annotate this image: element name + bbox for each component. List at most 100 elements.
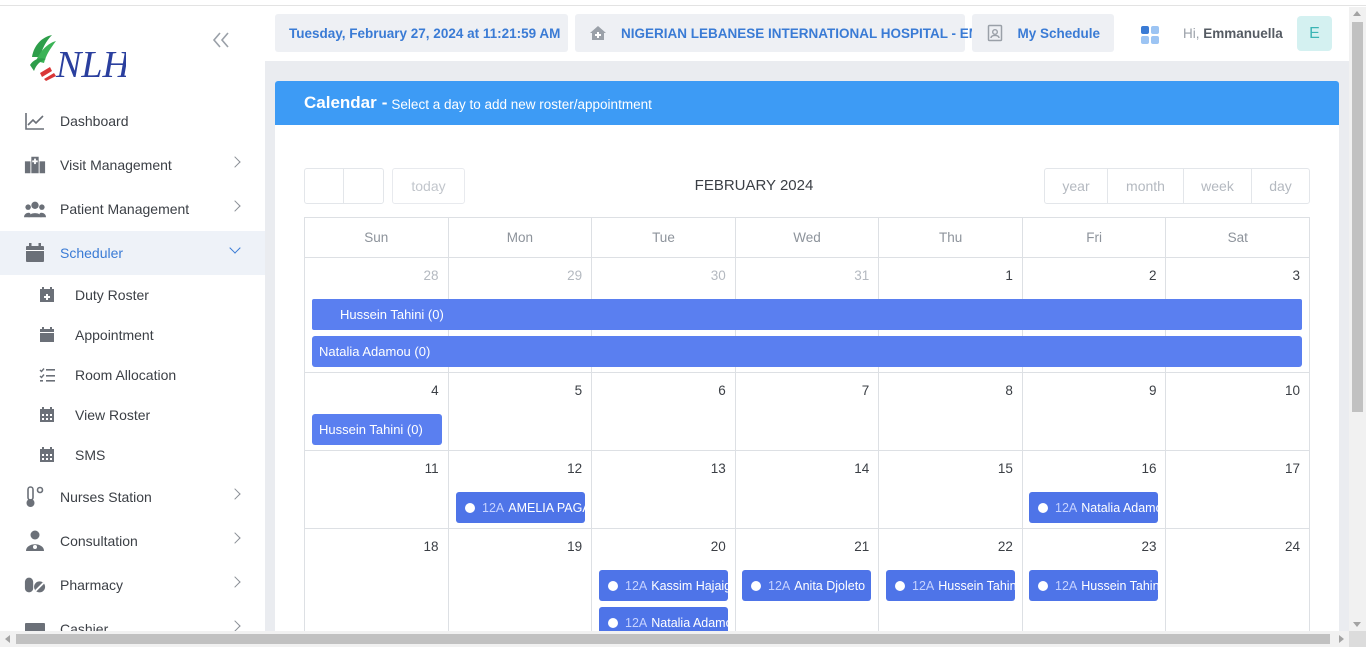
roster-event[interactable]: Hussein Tahini (0): [312, 299, 1302, 330]
avatar[interactable]: E: [1297, 16, 1332, 51]
scrollbar-corner: [1349, 631, 1366, 647]
sidebar-item-patient-management[interactable]: Patient Management: [0, 187, 265, 231]
users-icon: [24, 198, 46, 220]
vertical-scroll-thumb[interactable]: [1352, 22, 1363, 412]
calendar-week: 18 19 20 21 22 23 24 12A Kassim Hajaig 1…: [305, 529, 1311, 631]
day-cell[interactable]: 14: [735, 451, 880, 529]
appointment-event[interactable]: 12A Kassim Hajaig: [599, 570, 728, 601]
sidebar-subitem-sms[interactable]: SMS: [0, 435, 265, 475]
sidebar-subitem-view-roster[interactable]: View Roster: [0, 395, 265, 435]
thermometer-icon: [24, 486, 46, 508]
day-number: 30: [710, 268, 726, 283]
day-cell[interactable]: 10: [1166, 373, 1311, 451]
calendar-week: 28 29 30 31 1 2 3 Hussein Tahini (0) Nat…: [305, 258, 1311, 373]
doctor-icon: [24, 530, 46, 552]
sidebar-item-cashier[interactable]: Cashier: [0, 607, 265, 631]
home-medical-icon: [589, 24, 607, 42]
day-cell[interactable]: 13: [592, 451, 736, 529]
sidebar-subitem-room-allocation[interactable]: Room Allocation: [0, 355, 265, 395]
sidebar-nav: Dashboard Visit Management Patient Manag…: [0, 99, 265, 631]
pills-icon: [24, 574, 46, 596]
day-cell[interactable]: 8: [879, 373, 1023, 451]
apps-grid-icon[interactable]: [1141, 26, 1159, 44]
my-schedule-button[interactable]: My Schedule: [972, 14, 1114, 52]
horizontal-scrollbar[interactable]: [0, 631, 1349, 647]
sidebar-item-nurses-station[interactable]: Nurses Station: [0, 475, 265, 519]
day-cell[interactable]: 19: [449, 529, 593, 631]
prev-next-group: [304, 168, 384, 204]
day-number: 12: [567, 461, 583, 476]
sidebar-item-scheduler[interactable]: Scheduler: [0, 231, 265, 275]
collapse-sidebar-icon[interactable]: [211, 31, 233, 51]
day-cell[interactable]: 6: [592, 373, 736, 451]
event-dot: [608, 580, 618, 591]
event-time: 12A: [625, 615, 648, 630]
event-dot: [751, 580, 761, 591]
chevron-right-icon: [229, 532, 241, 544]
appointment-event[interactable]: 12A Natalia Adamou: [599, 607, 728, 631]
day-cell[interactable]: 9: [1022, 373, 1167, 451]
day-cell[interactable]: 24: [1166, 529, 1311, 631]
day-number: 1: [1005, 268, 1013, 283]
sidebar-subitem-label: Room Allocation: [75, 367, 177, 383]
day-cell[interactable]: 7: [735, 373, 880, 451]
view-week-button[interactable]: week: [1184, 169, 1252, 203]
next-button[interactable]: [344, 169, 383, 203]
nlh-logo[interactable]: NLH: [26, 27, 132, 87]
appointment-event[interactable]: 12A Hussein Tahini: [886, 570, 1015, 601]
vertical-scrollbar[interactable]: [1349, 7, 1366, 631]
day-number: 19: [567, 539, 583, 554]
scroll-up-arrow-icon[interactable]: [1353, 11, 1361, 16]
day-number: 10: [1285, 383, 1301, 398]
event-time: 12A: [912, 578, 935, 593]
day-number: 3: [1292, 268, 1301, 283]
view-year-button[interactable]: year: [1045, 169, 1108, 203]
day-cell[interactable]: 5: [448, 373, 593, 451]
calendar-header: Calendar - Select a day to add new roste…: [275, 81, 1339, 125]
calendar-grid-icon: [38, 446, 56, 464]
day-number: 31: [854, 268, 870, 283]
day-cell[interactable]: 18: [305, 529, 449, 631]
day-cell[interactable]: 17: [1166, 451, 1311, 529]
sidebar-item-label: Dashboard: [60, 113, 129, 129]
sidebar-item-consultation[interactable]: Consultation: [0, 519, 265, 563]
my-schedule-label: My Schedule: [1017, 25, 1100, 41]
day-number: 5: [574, 383, 583, 398]
calendar-icon: [38, 326, 56, 344]
sidebar-subitem-appointment[interactable]: Appointment: [0, 315, 265, 355]
sidebar-item-pharmacy[interactable]: Pharmacy: [0, 563, 265, 607]
appointment-event[interactable]: 12A Anita Djoleto: [742, 570, 871, 601]
sidebar-subitem-duty-roster[interactable]: Duty Roster: [0, 275, 265, 315]
day-number: 4: [431, 383, 439, 398]
appointment-event[interactable]: 12A AMELIA PAGARIGAN: [456, 492, 585, 523]
appointment-event[interactable]: 12A Hussein Tahini: [1029, 570, 1158, 601]
sidebar-item-visit-management[interactable]: Visit Management: [0, 143, 265, 187]
roster-event[interactable]: Hussein Tahini (0): [312, 414, 442, 445]
scroll-right-arrow-icon[interactable]: [1339, 635, 1344, 643]
day-cell[interactable]: 11: [305, 451, 449, 529]
day-cell[interactable]: 15: [879, 451, 1023, 529]
horizontal-scroll-thumb[interactable]: [16, 634, 1330, 644]
month-title: FEBRUARY 2024: [694, 177, 814, 194]
window-top-edge: [0, 0, 1366, 6]
sidebar-item-dashboard[interactable]: Dashboard: [0, 99, 265, 143]
sidebar-item-label: Patient Management: [60, 201, 190, 217]
view-day-button[interactable]: day: [1252, 169, 1309, 203]
sidebar-subitem-label: SMS: [75, 447, 106, 463]
roster-event[interactable]: Natalia Adamou (0): [312, 336, 1302, 367]
title-dash: -: [381, 93, 388, 112]
user-name: Emmanuella: [1203, 26, 1283, 41]
prev-button[interactable]: [305, 169, 344, 203]
today-button[interactable]: today: [392, 168, 465, 204]
sidebar-item-label: Consultation: [60, 533, 138, 549]
view-month-button[interactable]: month: [1108, 169, 1184, 203]
appointment-event[interactable]: 12A Natalia Adamou: [1029, 492, 1158, 523]
weekday-label: Fri: [1022, 218, 1167, 258]
hospital-selector[interactable]: NIGERIAN LEBANESE INTERNATIONAL HOSPITAL…: [575, 14, 990, 52]
day-number: 15: [997, 461, 1013, 476]
user-greeting[interactable]: Hi, Emmanuella: [1183, 26, 1283, 41]
calendar-plus-icon: [38, 286, 56, 304]
event-name: Hussein Tahini: [1081, 578, 1158, 593]
scroll-left-arrow-icon[interactable]: [5, 635, 10, 643]
scroll-down-arrow-icon[interactable]: [1353, 622, 1361, 627]
